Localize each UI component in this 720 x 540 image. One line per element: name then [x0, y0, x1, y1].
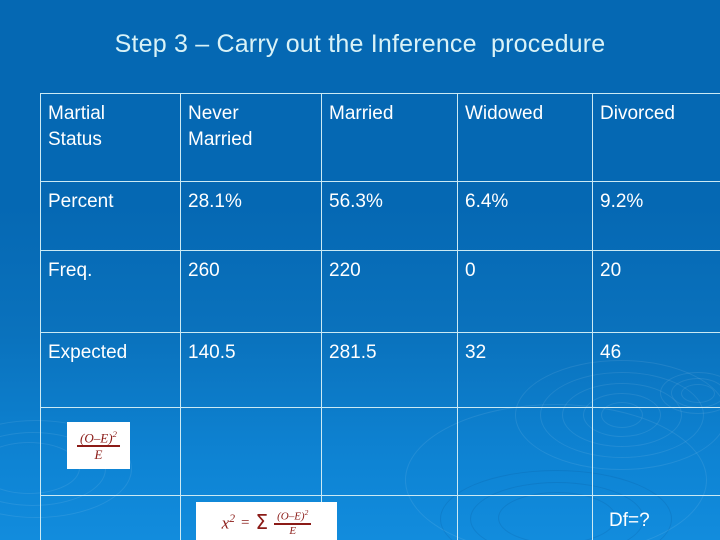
data-table: Martial Status Never Married Married Wid… — [40, 93, 720, 540]
header-cell-widowed: Widowed — [457, 93, 593, 182]
cell-percent-never-married: 28.1% — [180, 181, 322, 251]
cell-empty — [180, 407, 322, 496]
slide-title: Step 3 – Carry out the Inference procedu… — [114, 30, 606, 58]
header-cell-married: Married — [321, 93, 458, 182]
cell-expected-divorced: 46 — [592, 332, 720, 408]
fraction: (O–E)2 E — [274, 507, 312, 538]
table-row-formula: (O–E)2 E — [40, 407, 720, 496]
table-row-chi-square: x2 = Σ (O–E)2 E Df=? — [40, 495, 720, 540]
sigma-icon: Σ — [255, 510, 269, 535]
cell-expected-married: 281.5 — [321, 332, 458, 408]
header-cell-divorced: Divorced — [592, 93, 720, 182]
cell-expected-widowed: 32 — [457, 332, 593, 408]
row-label-expected: Expected — [40, 332, 181, 408]
cell-empty — [321, 407, 458, 496]
cell-expected-never-married: 140.5 — [180, 332, 322, 408]
cell-empty — [457, 495, 593, 540]
fraction-denominator: E — [274, 523, 312, 537]
header-cell-status: Martial Status — [40, 93, 181, 182]
fraction-numerator: (O–E)2 — [80, 428, 117, 446]
cell-chi-square-formula: x2 = Σ (O–E)2 E — [180, 495, 337, 540]
cell-freq-widowed: 0 — [457, 250, 593, 333]
equals-sign: = — [240, 514, 250, 531]
chi-symbol: x2 — [221, 512, 235, 533]
fraction: (O–E)2 E — [77, 428, 120, 461]
cell-empty — [592, 407, 720, 496]
fraction-numerator: (O–E)2 — [277, 507, 309, 523]
table-header-row: Martial Status Never Married Married Wid… — [40, 93, 720, 182]
cell-degrees-of-freedom: Df=? — [592, 495, 720, 540]
row-label-freq: Freq. — [40, 250, 181, 333]
table-row: Percent 28.1% 56.3% 6.4% 9.2% — [40, 181, 720, 251]
row-label-percent: Percent — [40, 181, 181, 251]
cell-chi-term-formula: (O–E)2 E — [40, 407, 181, 496]
data-table-container: Martial Status Never Married Married Wid… — [40, 93, 720, 540]
cell-empty — [457, 407, 593, 496]
cell-percent-divorced: 9.2% — [592, 181, 720, 251]
table-row: Freq. 260 220 0 20 — [40, 250, 720, 333]
df-label: Df=? — [609, 510, 650, 531]
cell-empty — [321, 495, 458, 540]
cell-freq-never-married: 260 — [180, 250, 322, 333]
table-row: Expected 140.5 281.5 32 46 — [40, 332, 720, 408]
cell-empty — [40, 495, 181, 540]
cell-freq-divorced: 20 — [592, 250, 720, 333]
header-cell-never-married: Never Married — [180, 93, 322, 182]
fraction-denominator: E — [77, 445, 120, 461]
formula-image-chi-square: x2 = Σ (O–E)2 E — [196, 502, 337, 540]
cell-freq-married: 220 — [321, 250, 458, 333]
formula-image-chi-term: (O–E)2 E — [67, 422, 130, 469]
slide: Step 3 – Carry out the Inference procedu… — [0, 0, 720, 540]
cell-percent-married: 56.3% — [321, 181, 458, 251]
cell-percent-widowed: 6.4% — [457, 181, 593, 251]
